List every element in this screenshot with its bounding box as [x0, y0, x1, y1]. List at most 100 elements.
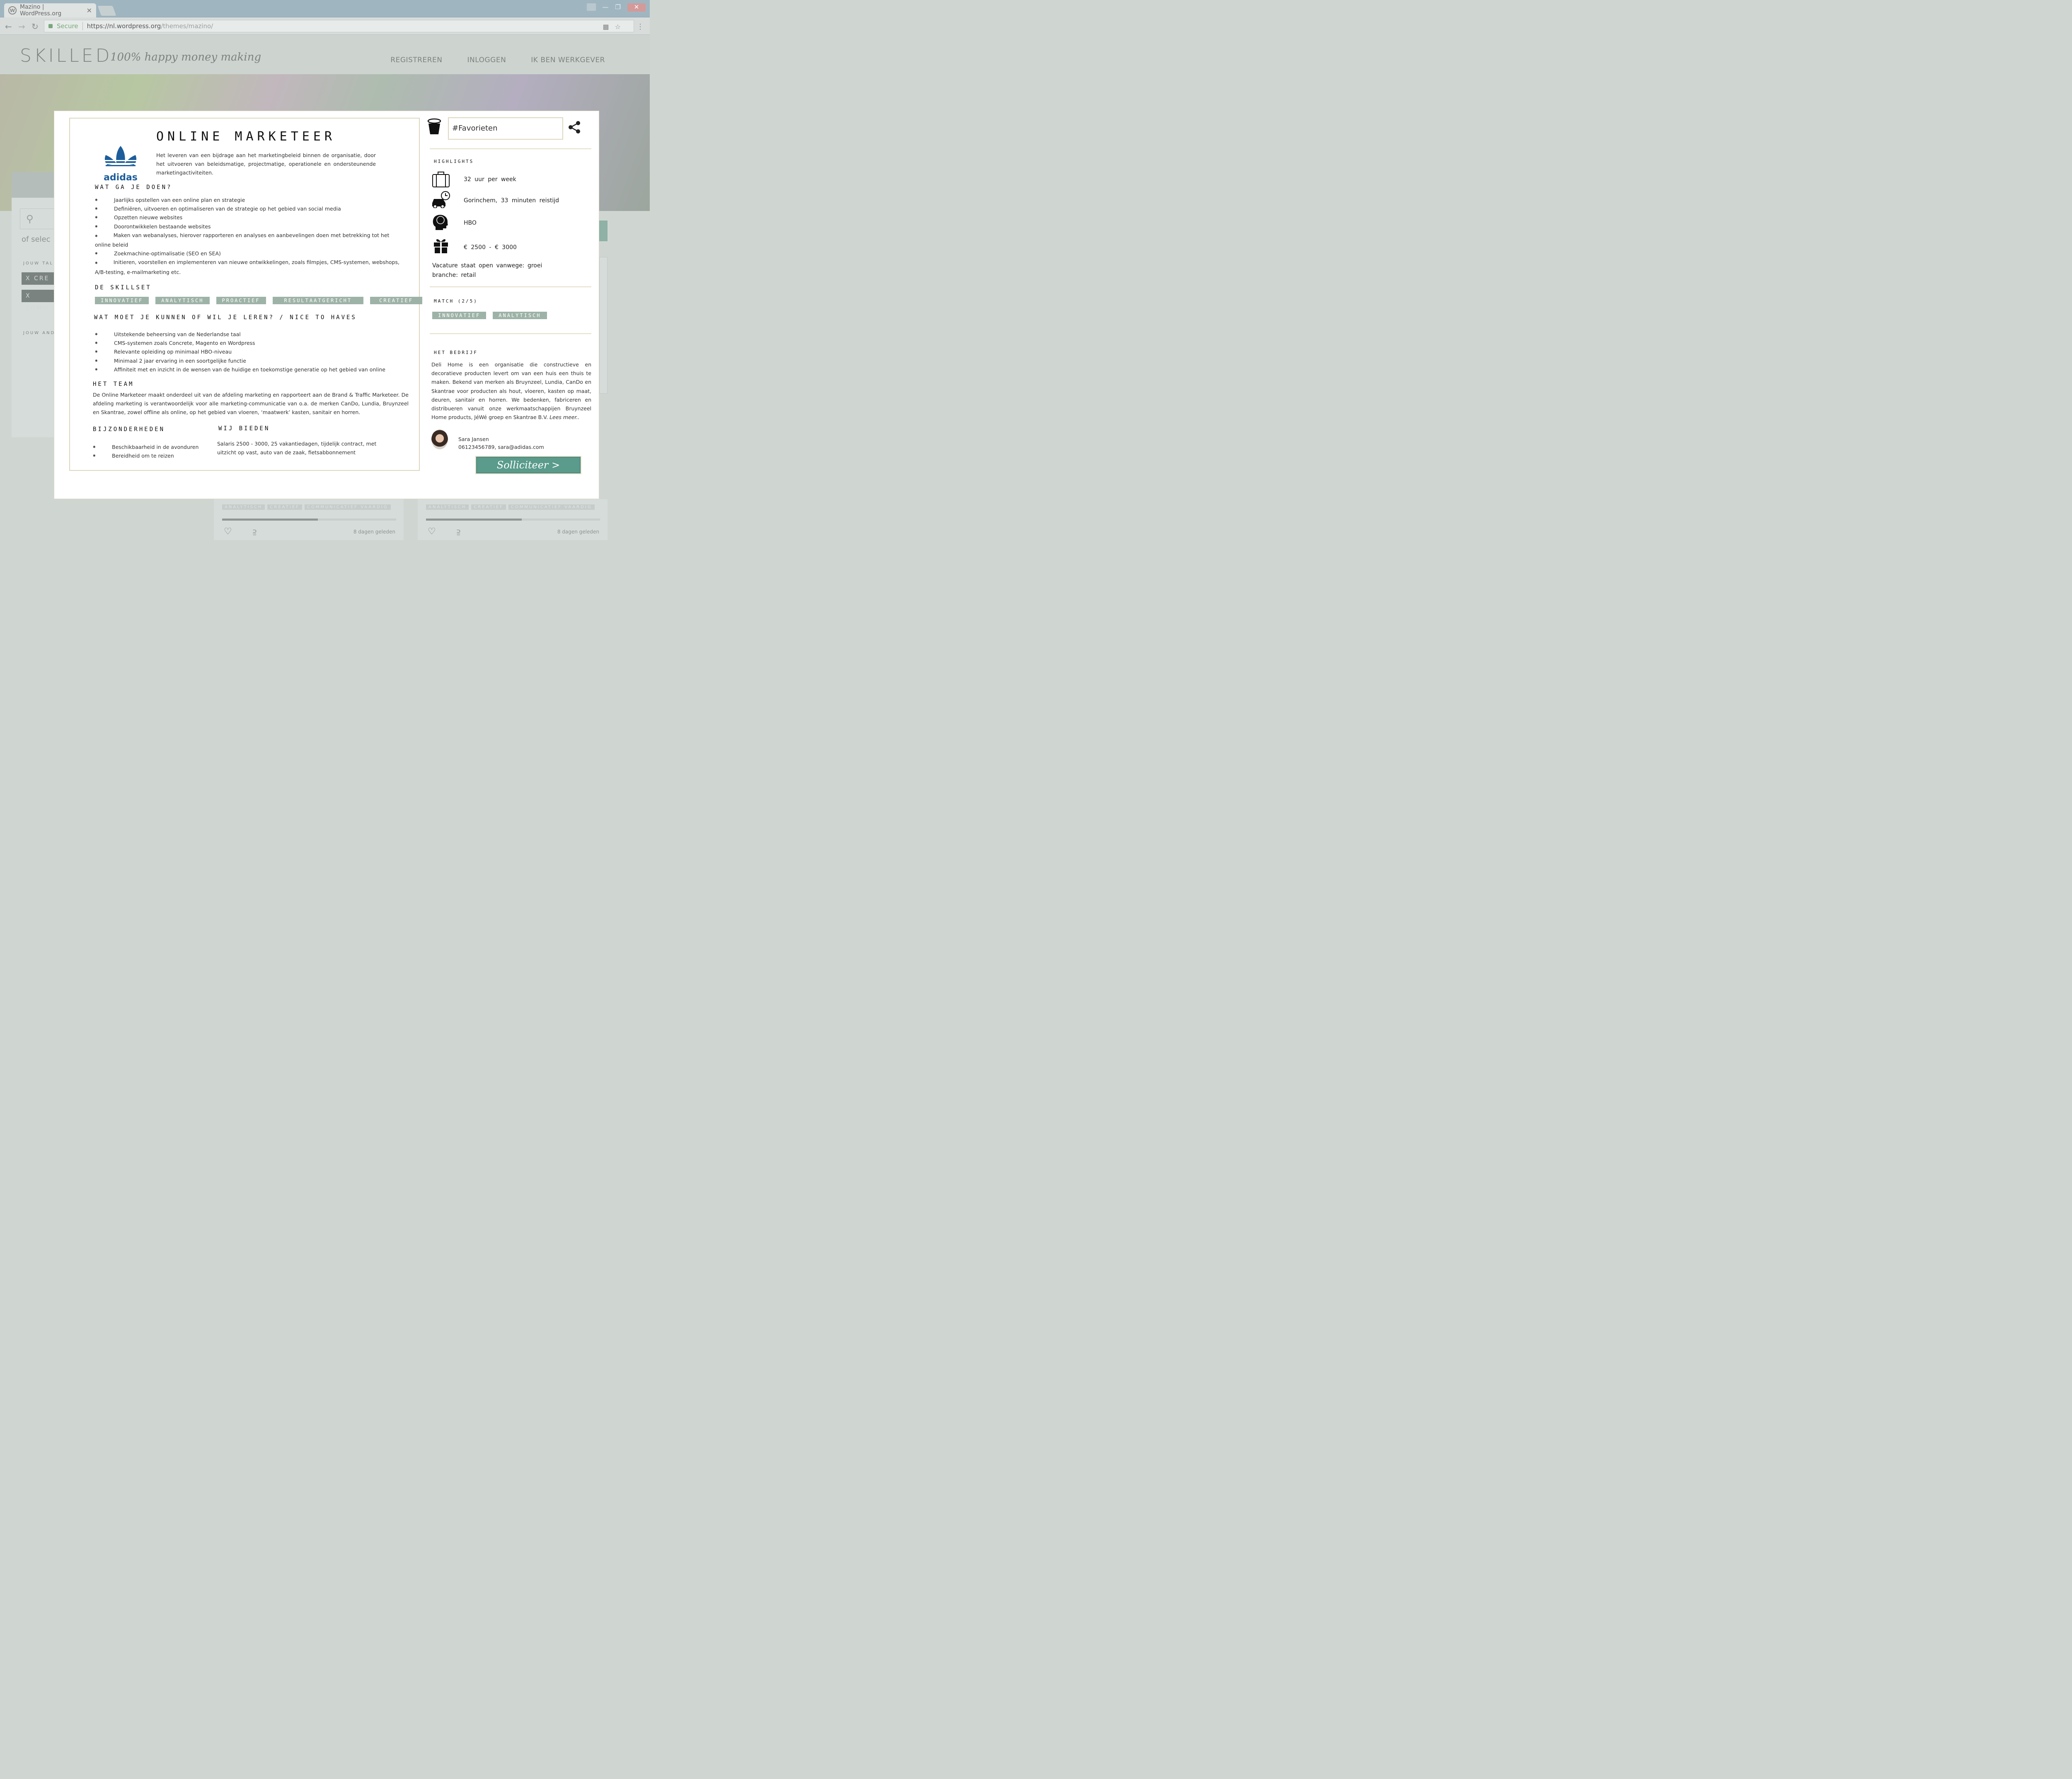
list-item: Jaarlijks opstellen van een online plan …: [95, 196, 401, 204]
list-item: Maken van webanalyses, hierover rapporte…: [95, 231, 401, 249]
avatar: [431, 429, 448, 449]
nav-employer[interactable]: IK BEN WERKGEVER: [531, 56, 605, 64]
skill-tag: PROACTIEF: [216, 297, 266, 304]
label-and: JOUW AND: [23, 331, 56, 335]
divider: [430, 286, 591, 287]
list-item: Definiëren, uitvoeren en optimaliseren v…: [95, 204, 401, 213]
skill-tag: ANALYTISCH: [155, 297, 210, 304]
forward-icon[interactable]: →: [18, 22, 25, 32]
highlight-location: Gorinchem, 33 minuten reistijd: [464, 197, 559, 204]
heart-icon[interactable]: ♡: [428, 526, 436, 537]
wordpress-icon: W: [8, 6, 17, 15]
list-item: Beschikbaarheid in de avonduren: [93, 443, 209, 451]
search-box[interactable]: ⚲: [20, 208, 57, 229]
skill-tag: RESULTAATGERICHT: [272, 297, 364, 304]
job-detail-modal: adidas ONLINE MARKETEER Het leveren van …: [54, 111, 599, 499]
close-window-icon[interactable]: ✕: [627, 3, 646, 12]
special-heading: BIJZONDERHEDEN: [93, 426, 165, 433]
site-logo[interactable]: SKILLED: [20, 45, 112, 66]
search-icon: ⚲: [26, 213, 34, 225]
bucket-icon[interactable]: [427, 118, 441, 135]
contact-name: Sara Jansen: [458, 436, 489, 442]
card-age: 8 dagen geleden: [353, 529, 395, 535]
apply-button[interactable]: Solliciteer >: [475, 456, 581, 474]
list-item: Zoekmachine-optimalisatie (SEO en SEA): [95, 249, 401, 258]
job-intro: Het leveren van een bijdrage aan het mar…: [156, 152, 376, 176]
profile-icon[interactable]: [586, 3, 596, 11]
company-logo-text: adidas: [104, 172, 138, 183]
list-item: Minimaal 2 jaar ervaring in een soortgel…: [95, 356, 410, 365]
tasks-heading: WAT GA JE DOEN?: [95, 184, 172, 191]
heart-icon[interactable]: ♡: [224, 526, 232, 537]
side-button-edge: [599, 221, 608, 241]
translate-star-icons[interactable]: ▩☆: [603, 23, 627, 31]
list-item: Initieren, voorstellen en implementeren …: [95, 258, 401, 276]
browser-tab[interactable]: W Mazino | WordPress.org ✕: [4, 3, 96, 17]
company-description: Deli Home is een organisatie die constru…: [431, 360, 591, 422]
brain-head-icon: [433, 215, 448, 230]
talent-chip[interactable]: X CRE: [22, 272, 57, 285]
filter-panel: ⚲ of selec JOUW TAL X CRE X COMM JOUW AN…: [12, 172, 57, 437]
nice-to-haves-list: Uitstekende beheersing van de Nederlands…: [95, 330, 410, 374]
nice-to-haves-heading: WAT MOET JE KUNNEN OF WIL JE LEREN? / NI…: [94, 314, 357, 321]
reload-icon[interactable]: ↻: [31, 22, 39, 32]
contact-details[interactable]: 06123456789, sara@adidas.com: [458, 443, 544, 451]
side-card-edge: [599, 257, 608, 394]
list-item: Relevante opleiding op minimaal HBO-nive…: [95, 347, 410, 356]
tasks-list: Jaarlijks opstellen van een online plan …: [95, 196, 401, 276]
highlight-hours: 32 uur per week: [464, 176, 516, 183]
site-header: SKILLED 100% happy money making REGISTRE…: [0, 35, 650, 74]
list-item: Uitstekende beheersing van de Nederlands…: [95, 330, 410, 339]
divider: [430, 148, 591, 149]
tab-close-icon[interactable]: ✕: [87, 7, 92, 15]
address-bar: ← → ↻ Secure https://nl.wordpress.org/th…: [0, 17, 650, 35]
tab-title: Mazino | WordPress.org: [20, 4, 62, 17]
match-tag: ANALYTISCH: [493, 312, 547, 319]
special-list: Beschikbaarheid in de avonduren Bereidhe…: [93, 443, 209, 461]
company-logo: adidas: [102, 145, 140, 183]
share-icon[interactable]: ⫆: [457, 527, 460, 537]
url-path: /themes/mazino/: [161, 22, 213, 30]
suitcase-icon: [432, 172, 450, 187]
car-clock-icon: [432, 191, 450, 208]
minimize-icon[interactable]: —: [603, 3, 609, 12]
highlight-salary: € 2500 - € 3000: [464, 244, 517, 251]
vacancy-reason: Vacature staat open vanwege: groei branc…: [432, 261, 542, 280]
job-card-bg: ANALYTISCH CREATIEF COMMUNICATIEF VAARDI…: [418, 499, 608, 540]
nav-login[interactable]: INLOGGEN: [467, 56, 506, 64]
card-tag: COMMUNICATIEF VAARDIG: [304, 504, 391, 510]
url-separator: [82, 22, 83, 30]
card-tag: ANALYTISCH: [222, 504, 265, 510]
match-heading: MATCH (2/5): [434, 298, 478, 304]
vacancy-reason-line: Vacature staat open vanwege: groei: [432, 262, 542, 269]
company-heading: HET BEDRIJF: [434, 350, 478, 355]
skill-tags: INNOVATIEF ANALYTISCH PROACTIEF RESULTAA…: [95, 297, 422, 304]
back-icon[interactable]: ←: [5, 22, 12, 32]
search-hint: of selec: [22, 235, 51, 244]
browser-titlebar: W Mazino | WordPress.org ✕ — ❐ ✕: [0, 0, 650, 17]
read-more-link[interactable]: Lees meer..: [549, 414, 579, 420]
card-tag: ANALYTISCH: [426, 504, 469, 510]
offer-text: Salaris 2500 - 3000, 25 vakantiedagen, t…: [217, 441, 377, 456]
highlights-heading: HIGHLIGHTS: [434, 159, 474, 164]
nav-register[interactable]: REGISTREREN: [390, 56, 442, 64]
share-icon[interactable]: ⫆: [253, 527, 257, 537]
list-item: Opzetten nieuwe websites: [95, 213, 401, 222]
menu-icon[interactable]: ⋮: [637, 22, 644, 31]
team-text: De Online Marketeer maakt onderdeel uit …: [93, 392, 409, 415]
match-tags: INNOVATIEF ANALYTISCH: [432, 312, 547, 319]
new-tab-button[interactable]: [97, 6, 116, 16]
job-title: ONLINE MARKETEER: [156, 129, 336, 144]
list-item: Affiniteit met en inzicht in de wensen v…: [95, 365, 410, 374]
url-field[interactable]: Secure https://nl.wordpress.org/themes/m…: [44, 20, 634, 32]
restore-icon[interactable]: ❐: [615, 3, 621, 12]
talent-chip[interactable]: X COMM: [22, 290, 57, 312]
contact-person: Sara Jansen 06123456789, sara@adidas.com: [458, 435, 544, 451]
highlight-education: HBO: [464, 220, 477, 226]
share-icon[interactable]: [567, 120, 581, 134]
job-card-bg: ANALYTISCH CREATIEF COMMUNICATIEF VAARDI…: [214, 499, 404, 540]
card-tag: CREATIEF: [471, 504, 506, 510]
favorites-field[interactable]: #Favorieten: [448, 117, 563, 140]
company-text: Deli Home is een organisatie die constru…: [431, 361, 591, 421]
card-tag: COMMUNICATIEF VAARDIG: [508, 504, 595, 510]
